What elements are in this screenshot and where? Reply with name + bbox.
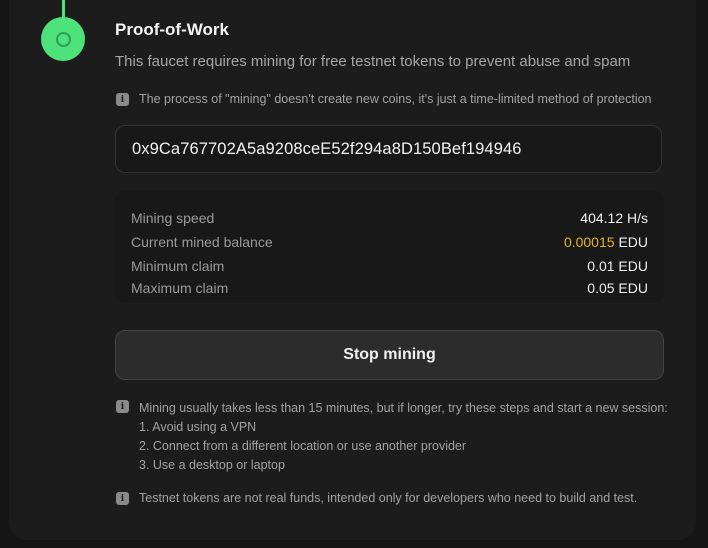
stat-value: 0.00015 EDU <box>564 234 648 250</box>
stat-label: Minimum claim <box>131 258 225 274</box>
stat-label: Maximum claim <box>131 280 229 296</box>
step-title: Proof-of-Work <box>115 20 229 39</box>
stat-row-mining-speed: Mining speed 404.12 H/s <box>131 210 648 226</box>
mining-explainer-text: The process of "mining" doesn't create n… <box>139 92 652 106</box>
tip-item: 2. Connect from a different location or … <box>139 439 467 453</box>
mining-stats-panel: Mining speed 404.12 H/s Current mined ba… <box>115 191 664 303</box>
info-icon: i <box>116 93 129 106</box>
stat-row-mined-balance: Current mined balance 0.00015 EDU <box>131 234 648 250</box>
stat-row-min-claim: Minimum claim 0.01 EDU <box>131 258 648 274</box>
stat-value: 0.01 EDU <box>587 258 648 274</box>
tips-intro: Mining usually takes less than 15 minute… <box>139 401 668 415</box>
stop-mining-button[interactable]: Stop mining <box>115 330 664 380</box>
step-status-indicator <box>41 17 85 61</box>
disclaimer-text: Testnet tokens are not real funds, inten… <box>139 491 638 505</box>
stat-value: 0.05 EDU <box>587 280 648 296</box>
mining-tips-list: Mining usually takes less than 15 minute… <box>139 399 668 475</box>
stat-value: 404.12 H/s <box>580 210 648 226</box>
stat-row-max-claim: Maximum claim 0.05 EDU <box>131 280 648 296</box>
wallet-address-value: 0x9Ca767702A5a9208ceE52f294a8D150Bef1949… <box>132 139 522 158</box>
testnet-disclaimer-note: i Testnet tokens are not real funds, int… <box>116 491 637 505</box>
info-icon: i <box>116 400 129 413</box>
wallet-address-field[interactable]: 0x9Ca767702A5a9208ceE52f294a8D150Bef1949… <box>115 125 662 173</box>
mining-tips-note: i Mining usually takes less than 15 minu… <box>116 399 668 475</box>
mined-balance-unit: EDU <box>618 234 648 250</box>
step-description: This faucet requires mining for free tes… <box>115 53 631 70</box>
tip-item: 1. Avoid using a VPN <box>139 420 257 434</box>
stat-label: Current mined balance <box>131 234 273 250</box>
tip-item: 3. Use a desktop or laptop <box>139 458 285 472</box>
step-connector-line <box>62 0 65 18</box>
mined-balance-amount: 0.00015 <box>563 234 615 250</box>
stat-label: Mining speed <box>131 210 215 226</box>
info-icon: i <box>116 492 129 505</box>
mining-explainer-note: i The process of "mining" doesn't create… <box>116 92 652 106</box>
step-ring-icon <box>55 31 71 47</box>
